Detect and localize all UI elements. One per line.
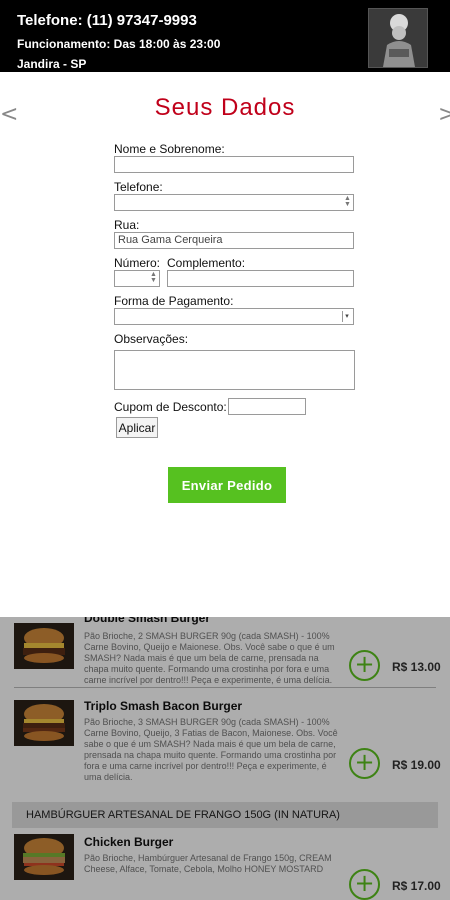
coupon-input[interactable] [228, 398, 306, 415]
item-price: R$ 13.00 [392, 660, 441, 674]
street-input[interactable]: Rua Gama Cerqueira [114, 232, 354, 249]
dropdown-arrow-icon: ▾ [342, 311, 351, 322]
item-description: Pão Brioche, Hambúrguer Artesanal de Fra… [84, 853, 332, 874]
site-header: Telefone: (11) 97347-9993 Funcionamento:… [0, 0, 450, 72]
header-hours: Funcionamento: Das 18:00 às 23:00 [17, 37, 221, 51]
plus-icon: + [354, 650, 375, 678]
notes-textarea[interactable] [114, 350, 355, 390]
phone-input[interactable]: ▲ ▼ [114, 194, 354, 211]
item-description: Pão Brioche, 3 SMASH BURGER 90g (cada SM… [84, 717, 338, 782]
item-price: R$ 19.00 [392, 758, 441, 772]
name-input[interactable] [114, 156, 354, 173]
phone-spinner-icon[interactable]: ▲ ▼ [343, 195, 352, 209]
phone-label: Telefone: [114, 180, 163, 194]
number-spinner-icon[interactable]: ▲ ▼ [149, 271, 158, 285]
item-title: Double Smash Burger [84, 617, 211, 625]
item-description: Pão Brioche, 2 SMASH BURGER 90g (cada SM… [84, 631, 335, 685]
restaurant-logo [368, 8, 428, 68]
list-item: Triplo Smash Bacon Burger Pão Brioche, 3… [0, 689, 450, 787]
apply-coupon-button[interactable]: Aplicar [116, 417, 158, 438]
street-label: Rua: [114, 218, 140, 232]
header-city: Jandira - SP [17, 57, 87, 71]
number-label: Número: [114, 256, 161, 270]
category-header: HAMBÚRGUER ARTESANAL DE FRANGO 150G (IN … [12, 802, 438, 828]
coupon-label: Cupom de Desconto: [114, 400, 227, 414]
burger-image [14, 700, 74, 746]
modal-title: Seus Dados [154, 94, 296, 121]
send-order-button[interactable]: Enviar Pedido [168, 467, 286, 503]
item-title: Chicken Burger [84, 835, 174, 849]
list-item: Double Smash Burger Pão Brioche, 2 SMASH… [0, 617, 450, 689]
menu-list: Double Smash Burger Pão Brioche, 2 SMASH… [0, 617, 450, 900]
add-item-button[interactable]: + [349, 650, 380, 681]
plus-icon: + [354, 748, 375, 776]
item-title: Triplo Smash Bacon Burger [84, 699, 243, 713]
burger-image [14, 623, 74, 669]
name-label: Nome e Sobrenome: [114, 142, 225, 156]
complement-label: Complemento: [167, 256, 246, 270]
order-details-modal: < > Seus Dados Nome e Sobrenome: Telefon… [0, 72, 450, 617]
divider [14, 687, 436, 688]
add-item-button[interactable]: + [349, 748, 380, 779]
payment-select[interactable]: ▾ [114, 308, 354, 325]
add-item-button[interactable]: + [349, 869, 380, 900]
burger-image [14, 834, 74, 880]
complement-input[interactable] [167, 270, 354, 287]
notes-label: Observações: [114, 332, 189, 346]
plus-icon: + [354, 869, 375, 897]
number-input[interactable]: ▲ ▼ [114, 270, 160, 287]
payment-label: Forma de Pagamento: [114, 294, 234, 308]
item-price: R$ 17.00 [392, 879, 441, 893]
list-item: Chicken Burger Pão Brioche, Hambúrguer A… [0, 831, 450, 900]
header-phone: Telefone: (11) 97347-9993 [17, 12, 197, 29]
